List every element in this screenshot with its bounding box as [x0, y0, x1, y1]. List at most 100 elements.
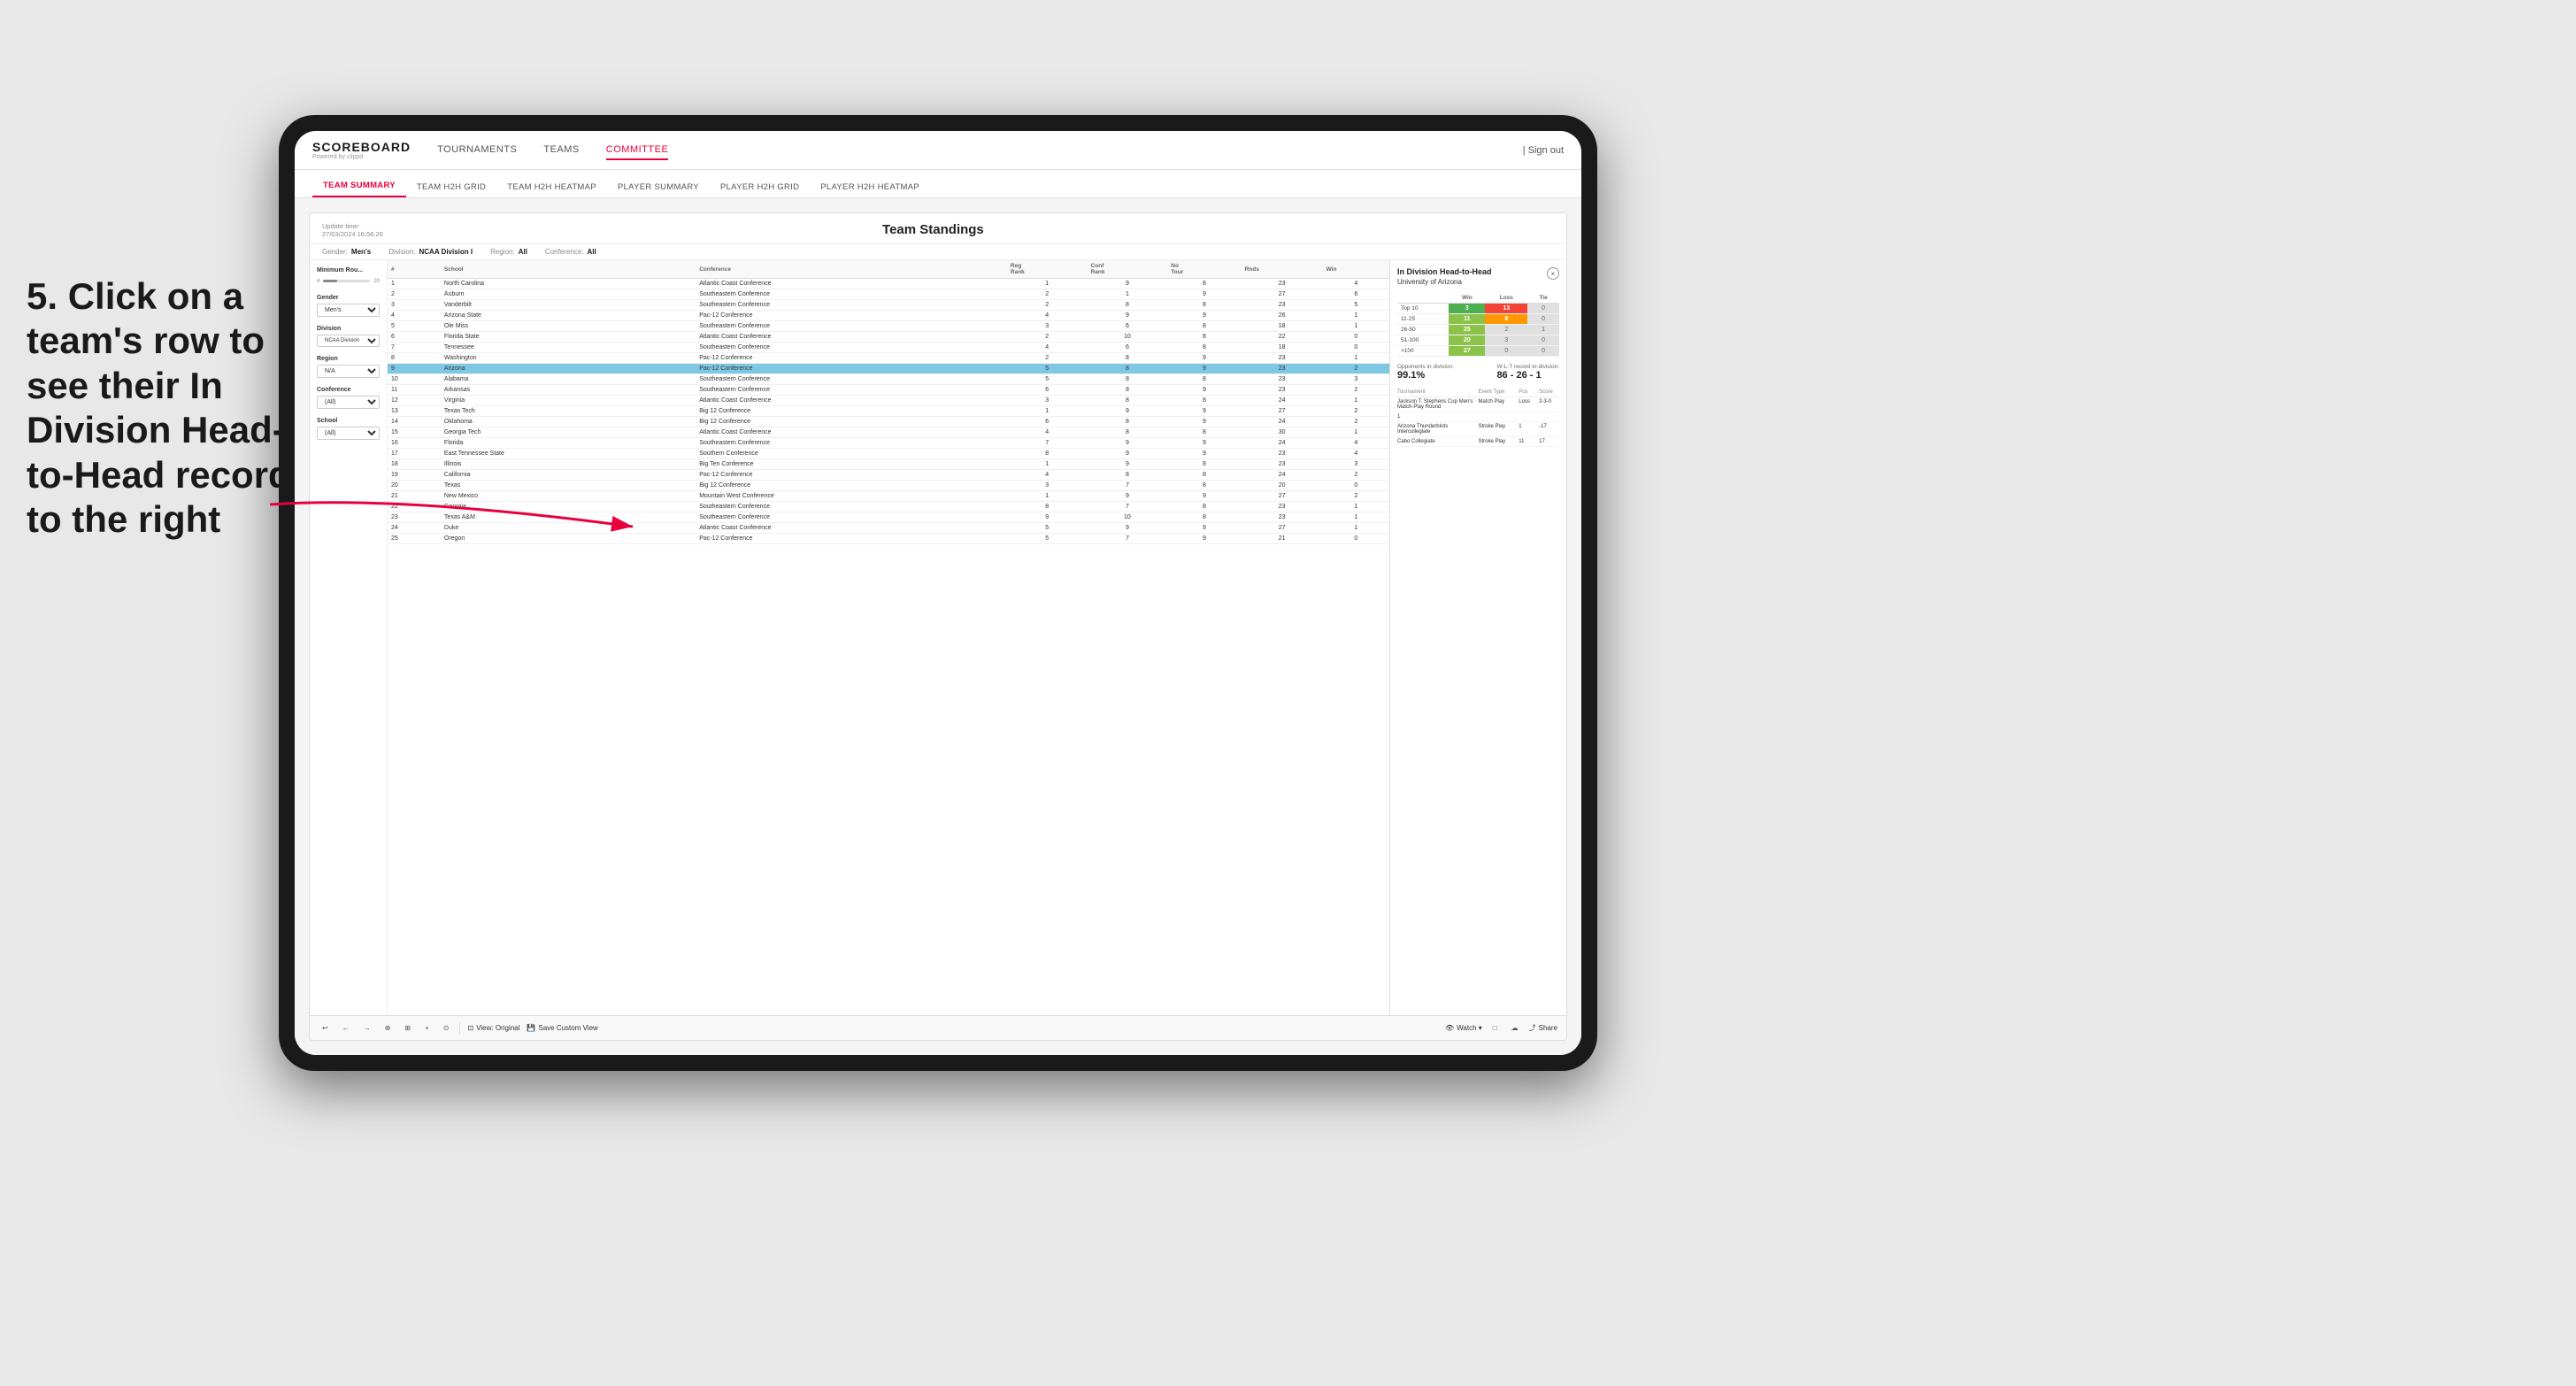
table-row[interactable]: 23 Texas A&M Southeastern Conference 9 1… — [388, 512, 1389, 523]
toolbar-grid[interactable]: ⊞ — [401, 1022, 414, 1034]
table-row[interactable]: 3 Vanderbilt Southeastern Conference 2 8… — [388, 300, 1389, 311]
conf-rank-cell: 1 — [1088, 289, 1168, 300]
conf-cell: Southeastern Conference — [696, 321, 1007, 332]
table-row[interactable]: 6 Florida State Atlantic Coast Conferenc… — [388, 332, 1389, 343]
toolbar-save-custom[interactable]: 💾 Save Custom View — [527, 1024, 597, 1032]
table-row[interactable]: 12 Virginia Atlantic Coast Conference 3 … — [388, 396, 1389, 406]
table-row[interactable]: 19 California Pac-12 Conference 4 8 8 24… — [388, 470, 1389, 481]
logo-text: SCOREBOARD — [312, 140, 411, 154]
sidebar-conference-group: Conference (All) — [317, 387, 380, 409]
no-tour-cell: 8 — [1167, 470, 1241, 481]
no-tour-cell: 8 — [1167, 374, 1241, 385]
reg-rank-cell: 9 — [1007, 512, 1088, 523]
min-rounds-group: Minimum Rou... 4 20 — [317, 267, 380, 286]
rnds-cell: 23 — [1242, 512, 1323, 523]
table-row[interactable]: 10 Alabama Southeastern Conference 5 8 8… — [388, 374, 1389, 385]
table-row[interactable]: 25 Oregon Pac-12 Conference 5 7 9 21 0 — [388, 534, 1389, 544]
conf-rank-cell: 9 — [1088, 523, 1168, 534]
table-row[interactable]: 20 Texas Big 12 Conference 3 7 8 20 0 — [388, 481, 1389, 491]
col-conference: Conference — [696, 260, 1007, 279]
toolbar-monitor[interactable]: □ — [1489, 1022, 1501, 1034]
table-row[interactable]: 18 Illinois Big Ten Conference 1 9 8 23 … — [388, 459, 1389, 470]
sidebar-division-select[interactable]: NCAA Division I — [317, 335, 380, 347]
conference-filter: Conference: All — [545, 248, 596, 256]
toolbar-add[interactable]: ⊕ — [381, 1022, 395, 1034]
rnds-cell: 24 — [1242, 470, 1323, 481]
sidebar-gender-label: Gender — [317, 295, 380, 301]
h2h-label-cell: 51-100 — [1397, 335, 1449, 346]
h2h-win-cell: 27 — [1449, 346, 1485, 357]
sign-out-link[interactable]: | Sign out — [1523, 145, 1564, 156]
table-row[interactable]: 5 Ole Miss Southeastern Conference 3 6 8… — [388, 321, 1389, 332]
rnds-cell: 23 — [1242, 502, 1323, 512]
nav-tournaments[interactable]: TOURNAMENTS — [437, 141, 517, 160]
nav-committee[interactable]: COMMITTEE — [606, 141, 669, 160]
t-type-1: Match Play — [1479, 399, 1519, 410]
toolbar-undo[interactable]: ↩ — [319, 1022, 332, 1034]
table-row[interactable]: 7 Tennessee Southeastern Conference 4 6 … — [388, 343, 1389, 353]
min-rounds-slider[interactable] — [323, 280, 370, 282]
toolbar-upload[interactable]: ☁ — [1508, 1022, 1522, 1034]
tab-player-h2h-grid[interactable]: PLAYER H2H GRID — [710, 177, 810, 197]
panel-title: Team Standings — [383, 222, 1483, 237]
toolbar-share[interactable]: ⤴ Share — [1529, 1023, 1557, 1033]
tab-player-summary[interactable]: PLAYER SUMMARY — [607, 177, 710, 197]
table-row[interactable]: 14 Oklahoma Big 12 Conference 6 8 9 24 2 — [388, 417, 1389, 427]
no-tour-cell: 9 — [1167, 491, 1241, 502]
school-cell: Washington — [441, 353, 696, 364]
sidebar-conference-select[interactable]: (All) — [317, 396, 380, 409]
conf-rank-cell: 7 — [1088, 502, 1168, 512]
table-row[interactable]: 24 Duke Atlantic Coast Conference 5 9 9 … — [388, 523, 1389, 534]
record-value: 86 - 26 - 1 — [1496, 370, 1559, 381]
sidebar-region-select[interactable]: N/A — [317, 365, 380, 378]
col-win: Win — [1323, 260, 1389, 279]
table-row[interactable]: 16 Florida Southeastern Conference 7 9 9… — [388, 438, 1389, 449]
toolbar-view-original[interactable]: ⊡ View: Original — [467, 1024, 519, 1032]
school-cell: Oklahoma — [441, 417, 696, 427]
table-row[interactable]: 1 North Carolina Atlantic Coast Conferen… — [388, 279, 1389, 289]
toolbar-circle[interactable]: ⊙ — [440, 1022, 453, 1034]
sidebar-region-group: Region N/A — [317, 356, 380, 378]
toolbar-plus[interactable]: + — [421, 1022, 433, 1034]
tab-team-h2h-grid[interactable]: TEAM H2H GRID — [406, 177, 496, 197]
conf-cell: Pac-12 Conference — [696, 470, 1007, 481]
h2h-row: 11-25 11 8 0 — [1397, 314, 1559, 325]
sidebar-gender-group: Gender Men's — [317, 295, 380, 317]
sidebar-school-select[interactable]: (All) — [317, 427, 380, 440]
table-row[interactable]: 21 New Mexico Mountain West Conference 1… — [388, 491, 1389, 502]
h2h-loss-cell: 0 — [1485, 346, 1527, 357]
school-cell: California — [441, 470, 696, 481]
school-cell: Ole Miss — [441, 321, 696, 332]
no-tour-cell: 8 — [1167, 481, 1241, 491]
nav-teams[interactable]: TEAMS — [543, 141, 579, 160]
h2h-tie-cell: 0 — [1527, 304, 1559, 314]
table-row[interactable]: 17 East Tennessee State Southern Confere… — [388, 449, 1389, 459]
table-wrapper[interactable]: # School Conference RegRank ConfRank NoT… — [388, 260, 1389, 1015]
table-row[interactable]: 2 Auburn Southeastern Conference 2 1 9 2… — [388, 289, 1389, 300]
rnds-cell: 27 — [1242, 406, 1323, 417]
table-row[interactable]: 15 Georgia Tech Atlantic Coast Conferenc… — [388, 427, 1389, 438]
table-row[interactable]: 22 Georgia Southeastern Conference 8 7 8… — [388, 502, 1389, 512]
reg-rank-cell: 3 — [1007, 396, 1088, 406]
table-row[interactable]: 11 Arkansas Southeastern Conference 6 8 … — [388, 385, 1389, 396]
tab-team-h2h-heatmap[interactable]: TEAM H2H HEATMAP — [496, 177, 607, 197]
reg-rank-cell: 1 — [1007, 279, 1088, 289]
secondary-nav: TEAM SUMMARY TEAM H2H GRID TEAM H2H HEAT… — [295, 170, 1581, 198]
h2h-close-button[interactable]: × — [1547, 267, 1559, 280]
tab-player-h2h-heatmap[interactable]: PLAYER H2H HEATMAP — [810, 177, 930, 197]
tab-team-summary[interactable]: TEAM SUMMARY — [312, 175, 406, 197]
no-tour-cell: 9 — [1167, 523, 1241, 534]
table-row[interactable]: 9 Arizona Pac-12 Conference 5 8 9 23 2 — [388, 364, 1389, 374]
reg-rank-cell: 6 — [1007, 385, 1088, 396]
toolbar-watch[interactable]: 👁 Watch ▾ — [1445, 1024, 1482, 1032]
sidebar-gender-select[interactable]: Men's — [317, 304, 380, 317]
logo-area: SCOREBOARD Powered by clippd — [312, 140, 411, 160]
table-row[interactable]: 13 Texas Tech Big 12 Conference 1 9 9 27… — [388, 406, 1389, 417]
reg-rank-cell: 4 — [1007, 427, 1088, 438]
win-cell: 1 — [1323, 512, 1389, 523]
toolbar-back[interactable]: ← — [339, 1022, 353, 1034]
toolbar-forward[interactable]: → — [360, 1022, 374, 1034]
table-row[interactable]: 8 Washington Pac-12 Conference 2 8 9 23 … — [388, 353, 1389, 364]
conf-rank-cell: 9 — [1088, 311, 1168, 321]
table-row[interactable]: 4 Arizona State Pac-12 Conference 4 9 9 … — [388, 311, 1389, 321]
